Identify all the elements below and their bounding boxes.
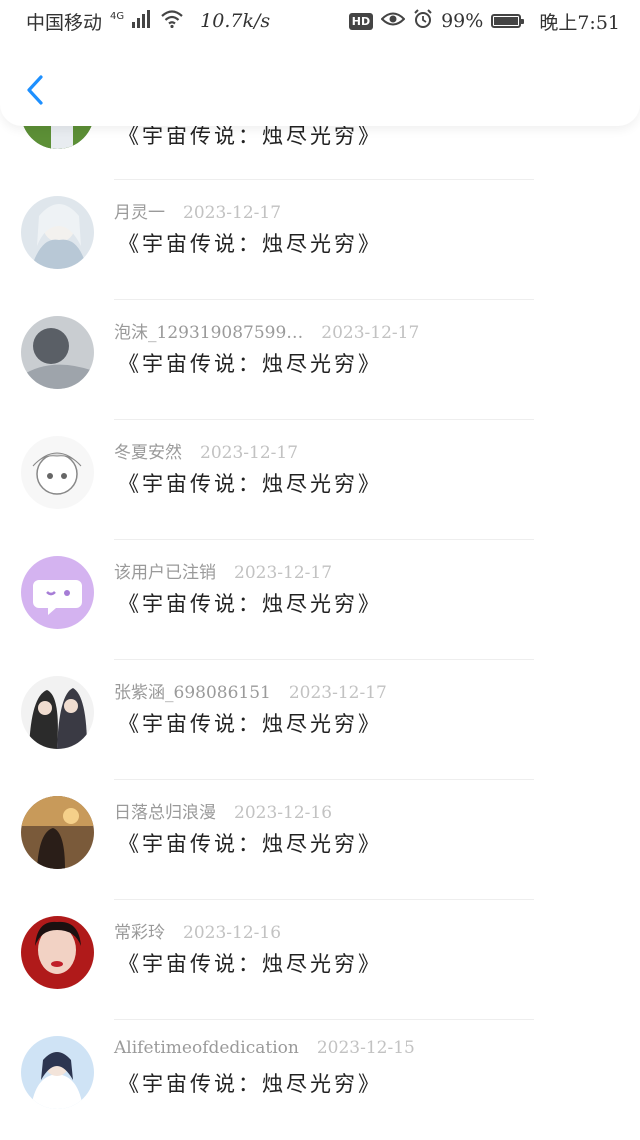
list-item[interactable]: 常彩玲 2023-12-16 《宇宙传说：烛尽光穷》	[0, 900, 640, 1020]
comment-meta: 月灵一 2023-12-17	[114, 198, 281, 223]
comment-text: 《宇宙传说：烛尽光穷》	[118, 472, 382, 496]
nav-header	[0, 42, 640, 126]
list-item[interactable]: 该用户已注销 2023-12-17 《宇宙传说：烛尽光穷》	[0, 540, 640, 660]
avatar[interactable]	[21, 316, 94, 389]
back-button[interactable]	[20, 70, 50, 110]
avatar[interactable]	[21, 1036, 94, 1109]
network-speed: 10.7k/s	[200, 10, 271, 32]
alarm-icon	[413, 8, 433, 34]
carrier-label: 中国移动	[26, 11, 103, 34]
comment-meta: 该用户已注销 2023-12-17	[114, 558, 332, 583]
avatar[interactable]	[21, 436, 94, 509]
comment-text: 《宇宙传说：烛尽光穷》	[118, 832, 382, 856]
list-item[interactable]: 日落总归浪漫 2023-12-16 《宇宙传说：烛尽光穷》	[0, 780, 640, 900]
list-item[interactable]: 月灵一 2023-12-17 《宇宙传说：烛尽光穷》	[0, 180, 640, 300]
signal-icon	[132, 9, 152, 33]
comment-meta: 日落总归浪漫 2023-12-16	[114, 798, 332, 823]
comment-meta: Alifetimeofdedication 2023-12-15	[114, 1038, 415, 1058]
username[interactable]: 月灵一	[114, 203, 165, 223]
hd-badge: HD	[348, 12, 374, 30]
avatar[interactable]	[21, 556, 94, 629]
list-item[interactable]: Alifetimeofdedication 2023-12-15 《宇宙传说：烛尽…	[0, 1020, 640, 1140]
status-bar: 中国移动 4G 10.7k/s HD 99% 晚上7:51	[0, 0, 640, 42]
comment-meta: 泡沫_129319087599… 2023-12-17	[114, 318, 419, 343]
comment-text: 《宇宙传说：烛尽光穷》	[118, 952, 382, 976]
username[interactable]: 该用户已注销	[114, 563, 216, 583]
comment-date: 2023-12-17	[183, 203, 282, 223]
username[interactable]: Alifetimeofdedication	[114, 1038, 299, 1058]
username[interactable]: 泡沫_129319087599…	[114, 323, 303, 343]
avatar[interactable]	[21, 676, 94, 749]
comment-meta: 冬夏安然 2023-12-17	[114, 438, 298, 463]
comment-date: 2023-12-15	[316, 1038, 415, 1058]
battery-percent: 99%	[441, 10, 484, 32]
wifi-icon	[160, 9, 184, 33]
comment-text: 《宇宙传说：烛尽光穷》	[118, 592, 382, 616]
username[interactable]: 张紫涵_698086151	[114, 683, 271, 703]
battery-icon	[491, 14, 525, 28]
network-label: 4G	[110, 10, 125, 22]
avatar[interactable]	[21, 916, 94, 989]
comment-date: 2023-12-17	[288, 683, 387, 703]
comment-date: 2023-12-17	[200, 443, 299, 463]
comment-date: 2023-12-17	[234, 563, 333, 583]
username[interactable]: 常彩玲	[114, 923, 165, 943]
comment-date: 2023-12-17	[321, 323, 420, 343]
list-item[interactable]: 张紫涵_698086151 2023-12-17 《宇宙传说：烛尽光穷》	[0, 660, 640, 780]
comment-date: 2023-12-16	[234, 803, 333, 823]
list-item[interactable]: 泡沫_129319087599… 2023-12-17 《宇宙传说：烛尽光穷》	[0, 300, 640, 420]
username[interactable]: 日落总归浪漫	[114, 803, 216, 823]
avatar[interactable]	[21, 196, 94, 269]
clock: 晚上7:51	[539, 11, 620, 34]
avatar[interactable]	[21, 796, 94, 869]
comment-text: 《宇宙传说：烛尽光穷》	[118, 352, 382, 376]
comment-text: 《宇宙传说：烛尽光穷》	[118, 712, 382, 736]
chevron-left-icon	[27, 75, 43, 105]
comment-text: 《宇宙传说：烛尽光穷》	[118, 232, 382, 256]
comment-meta: 常彩玲 2023-12-16	[114, 918, 281, 943]
list-item[interactable]: 冬夏安然 2023-12-17 《宇宙传说：烛尽光穷》	[0, 420, 640, 540]
comment-meta: 张紫涵_698086151 2023-12-17	[114, 678, 387, 703]
comment-text: 《宇宙传说：烛尽光穷》	[118, 1072, 382, 1096]
eye-icon	[380, 10, 406, 32]
comment-date: 2023-12-16	[183, 923, 282, 943]
username[interactable]: 冬夏安然	[114, 443, 182, 463]
